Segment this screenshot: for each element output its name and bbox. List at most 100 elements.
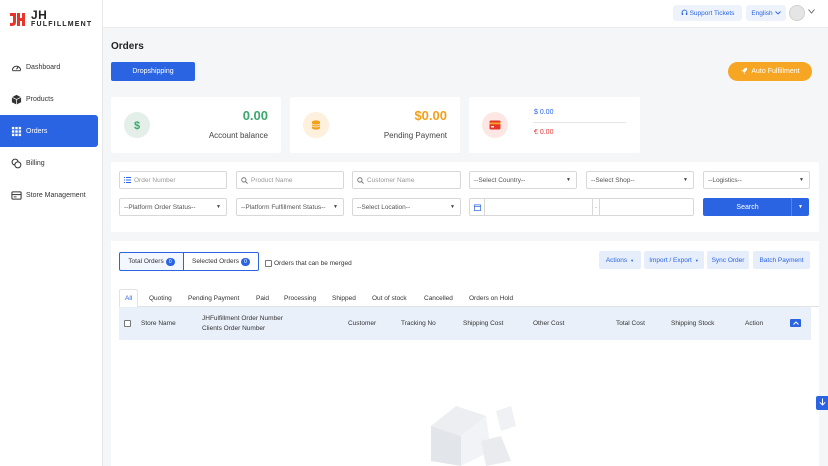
credit-card-icon [482,112,508,138]
divider [533,122,626,123]
merge-label: Orders that can be merged [274,260,352,267]
shop-select[interactable]: --Select Shop-- ▼ [586,171,694,189]
svg-text:$: $ [134,120,140,131]
selected-orders-label: Selected Orders [192,258,239,265]
actions-label: Actions [605,256,628,264]
sidebar-item-label: Products [26,95,54,103]
tab-processing[interactable]: Processing [284,289,316,307]
date-end-input[interactable] [600,199,690,215]
tab-cancelled[interactable]: Cancelled [424,289,453,307]
avatar[interactable] [789,5,805,21]
tab-quoting[interactable]: Quoting [149,289,172,307]
search-button[interactable]: Search [703,198,792,216]
column-order-number: JHFulfillment Order Number [202,315,283,322]
logo[interactable]: JH FULFILLMENT [8,9,92,28]
headset-icon [681,9,688,18]
caret-down-icon: ▼ [630,257,635,263]
merge-filter[interactable]: Orders that can be merged [265,260,352,267]
tab-all[interactable]: All [119,289,139,308]
order-number-input[interactable]: Order Number [119,171,227,189]
sidebar-item-label: Dashboard [26,63,61,71]
support-tickets-button[interactable]: Support Tickets [673,5,742,21]
order-number-placeholder: Order Number [134,176,176,184]
sidebar-item-billing[interactable]: Billing [0,147,103,179]
account-balance-label: Account balance [208,131,268,140]
caret-down-icon: ▼ [216,204,221,210]
collapse-button[interactable] [790,319,801,327]
tab-shipped[interactable]: Shipped [332,289,356,307]
product-name-placeholder: Product Name [251,176,293,184]
batch-payment-button[interactable]: Batch Payment [753,251,810,269]
account-balance-value: 0.00 [242,108,268,123]
eur-balance: € 0.00 [534,129,554,136]
date-start-input[interactable] [485,199,592,215]
selected-orders-badge: 0 [240,257,250,266]
search-icon [357,176,364,184]
sidebar-item-products[interactable]: Products [0,83,103,115]
dropshipping-button[interactable]: Dropshipping [111,62,195,81]
pending-payment-label: Pending Payment [383,131,447,140]
column-tracking-no: Tracking No [401,320,436,327]
country-select[interactable]: --Select Country-- ▼ [469,171,577,189]
merge-checkbox[interactable] [265,260,272,267]
tab-orders-on-hold[interactable]: Orders on Hold [469,289,513,307]
customer-name-input[interactable]: Customer Name [352,171,461,189]
sidebar-item-orders[interactable]: Orders [0,115,98,147]
tab-paid[interactable]: Paid [256,289,269,307]
sidebar-item-label: Store Management [26,191,86,199]
column-store-name: Store Name [141,320,176,327]
date-range-input[interactable]: - [469,198,694,216]
chevron-down-icon[interactable] [808,9,815,16]
search-icon [241,176,248,184]
dollar-icon: $ [124,112,150,138]
language-select[interactable]: English [746,5,786,21]
platform-fulfillment-status-select[interactable]: --Platform Fulfillment Status-- ▼ [236,198,344,216]
filter-panel: Order Number Product Name Customer Name … [111,162,819,232]
column-shipping-cost: Shipping Cost [463,320,504,327]
coin-stack-icon [303,112,329,138]
actions-button[interactable]: Actions ▼ [599,251,641,269]
search-options-button[interactable]: ▼ [791,198,809,216]
store-icon [11,190,22,201]
column-other-cost: Other Cost [533,320,565,327]
tab-out-of-stock[interactable]: Out of stock [372,289,407,307]
caret-down-icon: ▼ [450,204,455,210]
calendar-icon [470,199,485,215]
logistics-select[interactable]: --Logistics-- ▼ [703,171,810,189]
empty-state-illustration [411,391,521,466]
total-orders-toggle[interactable]: Total Orders 0 [119,252,184,271]
sidebar-item-label: Billing [26,159,45,167]
platform-order-status-select[interactable]: --Platform Order Status-- ▼ [119,198,227,216]
sidebar-item-store-management[interactable]: Store Management [0,179,103,211]
country-select-value: --Select Country-- [474,176,526,184]
orders-table-header: Store Name JHFulfillment Order Number Cl… [119,307,811,340]
product-name-input[interactable]: Product Name [236,171,344,189]
logo-mark-icon [8,10,26,28]
top-bar: Support Tickets English [103,0,828,28]
orders-panel: Total Orders 0 Selected Orders 0 Orders … [111,241,819,466]
tab-pending-payment[interactable]: Pending Payment [188,289,239,307]
import-export-button[interactable]: Import / Export ▼ [644,251,704,269]
selected-orders-toggle[interactable]: Selected Orders 0 [183,252,259,271]
order-status-tabs: All Quoting Pending Payment Paid Process… [119,289,819,308]
caret-down-icon: ▼ [798,204,803,210]
grid-icon [11,126,22,137]
usd-balance: $ 0.00 [534,109,554,116]
location-select[interactable]: --Select Location-- ▼ [352,198,461,216]
caret-down-icon: ▼ [566,177,571,183]
import-export-label: Import / Export [649,256,692,264]
currency-card: $ 0.00 € 0.00 [469,97,640,153]
customer-name-placeholder: Customer Name [367,176,415,184]
sync-order-button[interactable]: Sync Order [707,251,749,269]
platform-order-status-value: --Platform Order Status-- [124,203,196,211]
auto-fulfillment-button[interactable]: Auto Fulfillment [728,62,812,81]
sidebar-item-dashboard[interactable]: Dashboard [0,51,103,83]
column-client-order-number: Clients Order Number [202,325,266,332]
shop-select-value: --Select Shop-- [591,176,635,184]
caret-down-icon: ▼ [694,257,699,263]
sync-order-label: Sync Order [711,256,745,264]
logistics-select-value: --Logistics-- [708,176,742,184]
select-all-checkbox[interactable] [124,320,131,327]
scroll-down-button[interactable] [816,396,828,410]
caret-down-icon: ▼ [333,204,338,210]
